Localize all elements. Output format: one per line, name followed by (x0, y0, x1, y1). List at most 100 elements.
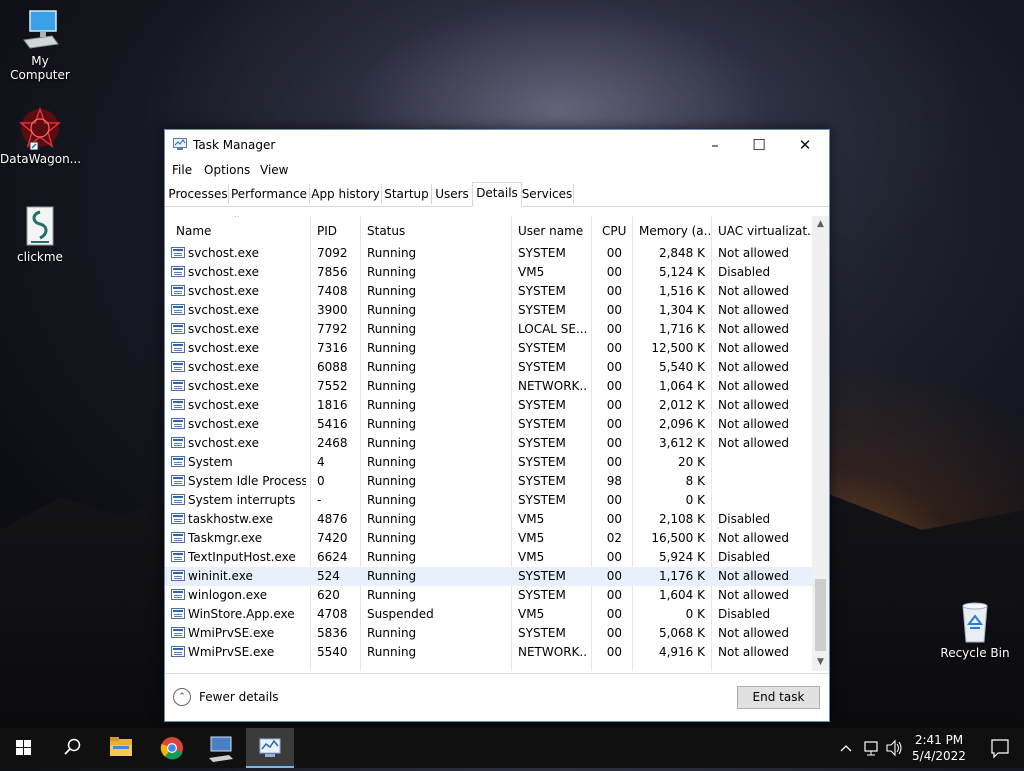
table-row[interactable]: svchost.exe 7856 Running VM5 00 5,124 K Disabl… (165, 263, 812, 282)
table-row[interactable]: svchost.exe 7408 Running SYSTEM 00 1,516 K Not… (165, 282, 812, 301)
sort-ascending-icon: ⌃ (233, 216, 241, 224)
cell-uac-virtualization: Not allowed (718, 436, 790, 450)
search-button[interactable] (48, 728, 96, 768)
table-row[interactable]: svchost.exe 7316 Running SYSTEM 00 12,500 K No… (165, 339, 812, 358)
table-row[interactable]: WinStore.App.exe 4708 Suspended VM5 00 0 K Dis… (165, 605, 812, 624)
process-icon (171, 608, 185, 619)
desktop-icon-datawagon[interactable]: DataWagon... (0, 106, 81, 166)
remote-desktop-button[interactable] (197, 728, 245, 768)
cell-status: Running (367, 341, 417, 355)
cell-memory: 2,012 K (658, 398, 705, 412)
table-row[interactable]: svchost.exe 3900 Running SYSTEM 00 1,304 K Not… (165, 301, 812, 320)
table-row[interactable]: winlogon.exe 620 Running SYSTEM 00 1,604 K Not… (165, 586, 812, 605)
tab-users[interactable]: Users (432, 184, 473, 204)
table-row[interactable]: svchost.exe 1816 Running SYSTEM 00 2,012 K Not… (165, 396, 812, 415)
action-center-button[interactable] (976, 728, 1024, 768)
column-header-memory[interactable]: Memory (a... (639, 224, 711, 238)
table-row[interactable]: TextInputHost.exe 6624 Running VM5 00 5,924 K… (165, 548, 812, 567)
scroll-up-arrow-icon[interactable]: ▲ (812, 216, 829, 233)
column-header-uac[interactable]: UAC virtualizat... (718, 224, 810, 238)
process-icon (171, 361, 185, 372)
table-row[interactable]: System Idle Process 0 Running SYSTEM 98 8 K (165, 472, 812, 491)
cell-status: Running (367, 246, 417, 260)
cell-cpu: 00 (606, 626, 622, 640)
scroll-down-arrow-icon[interactable]: ▼ (812, 654, 829, 671)
cell-cpu: 00 (606, 379, 622, 393)
tab-app-history[interactable]: App history (310, 184, 382, 204)
table-row[interactable]: wininit.exe 524 Running SYSTEM 00 1,176 K Not … (165, 567, 812, 586)
column-header-name[interactable]: Name (176, 224, 296, 238)
volume-control[interactable] (884, 728, 904, 768)
menu-options[interactable]: Options (204, 163, 250, 177)
table-row[interactable]: svchost.exe 7552 Running NETWORK... 00 1,064 … (165, 377, 812, 396)
column-header-status[interactable]: Status (367, 224, 507, 238)
cell-user-name: SYSTEM (518, 626, 566, 640)
vertical-scrollbar[interactable]: ▲ ▼ (812, 216, 829, 671)
menu-view[interactable]: View (260, 163, 288, 177)
minimize-button[interactable]: – (692, 130, 738, 160)
tab-details[interactable]: Details (472, 182, 522, 207)
computer-icon (18, 8, 62, 52)
cell-user-name: VM5 (518, 512, 545, 526)
table-row[interactable]: svchost.exe 7092 Running SYSTEM 00 2,848 K Not… (165, 244, 812, 263)
cell-pid: 6088 (317, 360, 348, 374)
tab-strip: Processes Performance App history Startu… (165, 182, 829, 207)
table-row[interactable]: svchost.exe 6088 Running SYSTEM 00 5,540 K Not… (165, 358, 812, 377)
table-row[interactable]: svchost.exe 7792 Running LOCAL SE... 00 1,716… (165, 320, 812, 339)
chrome-button[interactable] (148, 728, 196, 768)
cell-pid: 524 (317, 569, 340, 583)
process-icon (171, 570, 185, 581)
cell-uac-virtualization: Not allowed (718, 417, 790, 431)
table-row[interactable]: svchost.exe 5416 Running SYSTEM 00 2,096 K Not… (165, 415, 812, 434)
cell-memory: 1,304 K (658, 303, 705, 317)
cell-name: svchost.exe (188, 360, 259, 374)
desktop-icon-clickme[interactable]: clickme (0, 204, 80, 264)
cell-cpu: 00 (606, 341, 622, 355)
cell-uac-virtualization: Not allowed (718, 246, 790, 260)
scrollbar-thumb[interactable] (815, 579, 826, 651)
menu-file[interactable]: File (172, 163, 192, 177)
show-hidden-icons-button[interactable] (838, 728, 854, 768)
desktop-icon-my-computer[interactable]: My Computer (0, 8, 80, 82)
tab-services[interactable]: Services (521, 184, 574, 204)
title-bar[interactable]: Task Manager – ☐ ✕ (165, 130, 829, 160)
cell-uac-virtualization: Not allowed (718, 303, 790, 317)
tab-startup[interactable]: Startup (382, 184, 432, 204)
system-clock[interactable]: 2:41 PM 5/4/2022 (908, 732, 970, 764)
table-row[interactable]: taskhostw.exe 4876 Running VM5 00 2,108 K Disa… (165, 510, 812, 529)
table-row[interactable]: System interrupts - Running SYSTEM 00 0 K (165, 491, 812, 510)
close-button[interactable]: ✕ (782, 130, 828, 160)
tab-processes[interactable]: Processes (168, 184, 229, 204)
table-row[interactable]: svchost.exe 2468 Running SYSTEM 00 3,612 K Not… (165, 434, 812, 453)
column-header-cpu[interactable]: CPU (602, 224, 632, 238)
cell-status: Running (367, 455, 417, 469)
desktop-icon-recycle-bin[interactable]: Recycle Bin (935, 600, 1015, 660)
table-header: ⌃ Name PID Status User name CPU Memory (… (165, 216, 812, 244)
end-task-button[interactable]: End task (737, 686, 820, 709)
process-icon (171, 532, 185, 543)
cell-pid: 3900 (317, 303, 348, 317)
cell-memory: 1,604 K (658, 588, 705, 602)
cell-status: Running (367, 645, 417, 659)
search-icon (64, 738, 81, 755)
cell-name: svchost.exe (188, 322, 259, 336)
cell-status: Running (367, 493, 417, 507)
tab-performance[interactable]: Performance (229, 184, 310, 204)
start-button[interactable] (0, 728, 48, 768)
cell-memory: 2,848 K (658, 246, 705, 260)
cell-cpu: 00 (606, 322, 622, 336)
column-header-pid[interactable]: PID (317, 224, 357, 238)
cell-name: svchost.exe (188, 436, 259, 450)
file-explorer-button[interactable] (97, 728, 145, 768)
table-row[interactable]: System 4 Running SYSTEM 00 20 K (165, 453, 812, 472)
cell-user-name: NETWORK... (518, 645, 588, 659)
task-manager-taskbar-button[interactable] (246, 728, 294, 768)
table-row[interactable]: Taskmgr.exe 7420 Running VM5 02 16,500 K Not a… (165, 529, 812, 548)
table-row[interactable]: WmiPrvSE.exe 5836 Running SYSTEM 00 5,068 K No… (165, 624, 812, 643)
column-header-user-name[interactable]: User name (518, 224, 588, 238)
table-row[interactable]: WmiPrvSE.exe 5540 Running NETWORK... 00 4,916… (165, 643, 812, 662)
network-status[interactable] (862, 728, 882, 768)
maximize-button[interactable]: ☐ (736, 130, 782, 160)
cell-status: Running (367, 436, 417, 450)
process-icon (171, 513, 185, 524)
